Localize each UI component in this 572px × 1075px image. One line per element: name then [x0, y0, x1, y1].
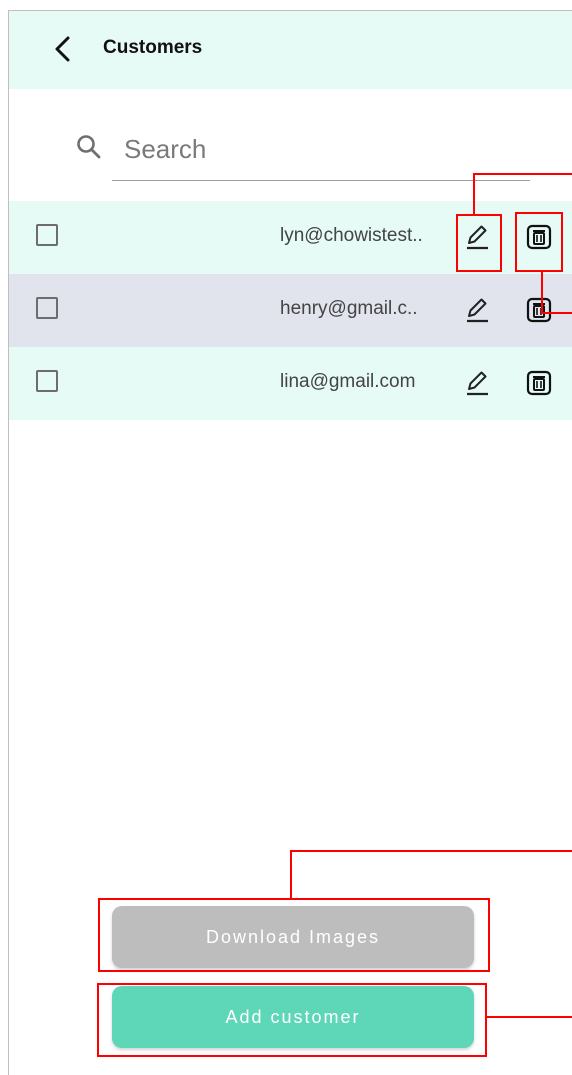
- customer-email: henry@gmail.c..: [280, 298, 418, 319]
- annotation-line: [487, 1016, 572, 1018]
- download-images-button[interactable]: Download Images: [112, 906, 474, 968]
- row-checkbox[interactable]: [36, 224, 58, 246]
- page-title: Customers: [103, 37, 203, 58]
- back-button[interactable]: [41, 27, 85, 71]
- list-item: henry@gmail.c..: [9, 274, 572, 347]
- row-checkbox[interactable]: [36, 297, 58, 319]
- trash-icon: [526, 224, 552, 250]
- customers-screen: Customers lyn@chowistest..: [0, 0, 572, 1075]
- pencil-icon: [467, 298, 488, 323]
- customer-email: lina@gmail.com: [280, 371, 416, 392]
- delete-button[interactable]: [525, 296, 553, 324]
- pencil-icon: [467, 225, 488, 250]
- edit-button[interactable]: [461, 221, 493, 253]
- add-customer-button[interactable]: Add customer: [112, 986, 474, 1048]
- search-input[interactable]: [112, 120, 530, 178]
- delete-button[interactable]: [525, 223, 553, 251]
- edit-button[interactable]: [461, 294, 493, 326]
- trash-icon: [526, 297, 552, 323]
- list-item: lyn@chowistest..: [9, 201, 572, 274]
- app-bar: Customers: [9, 11, 572, 89]
- trash-icon: [526, 370, 552, 396]
- list-item: lina@gmail.com: [9, 347, 572, 420]
- chevron-left-icon: [55, 36, 70, 62]
- search-icon: [77, 135, 101, 159]
- customer-list: lyn@chowistest.. henry@gmail.c.. lina@gm…: [9, 201, 572, 420]
- annotation-line: [290, 850, 572, 852]
- row-checkbox[interactable]: [36, 370, 58, 392]
- search-bar: [64, 120, 534, 184]
- delete-button[interactable]: [525, 369, 553, 397]
- customer-email: lyn@chowistest..: [280, 225, 423, 246]
- edit-button[interactable]: [461, 367, 493, 399]
- pencil-icon: [467, 371, 488, 396]
- search-underline: [112, 180, 530, 181]
- annotation-line: [290, 851, 292, 899]
